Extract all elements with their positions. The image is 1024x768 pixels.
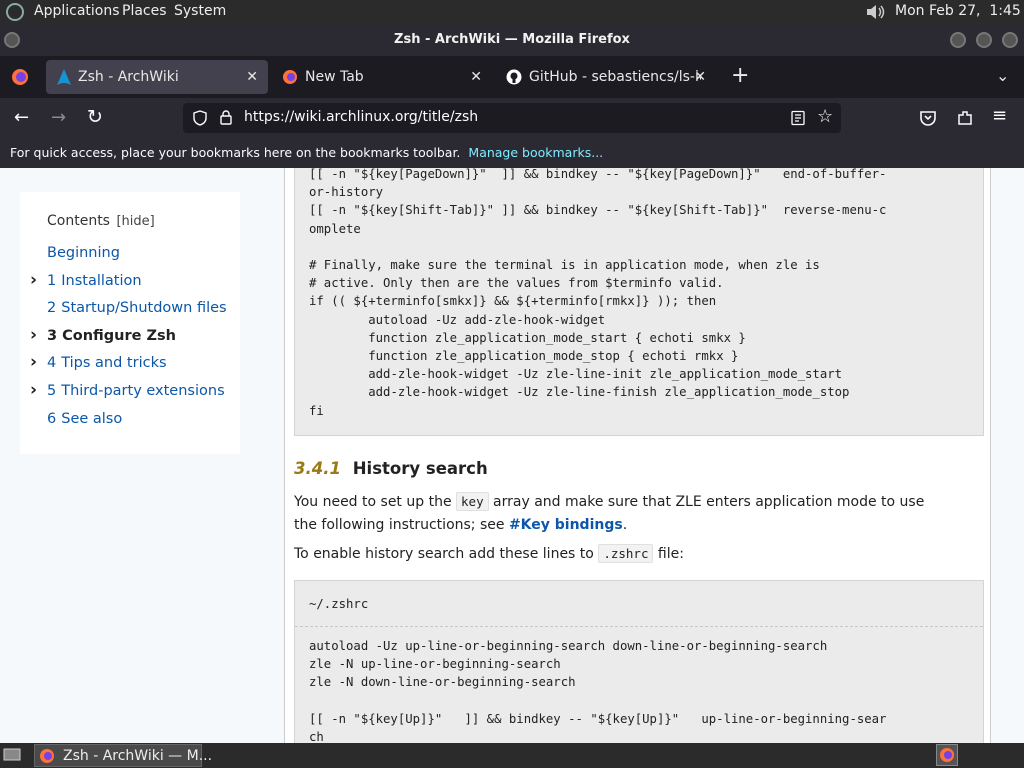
toc-number: 2 <box>47 300 57 316</box>
bookmarks-toolbar: For quick access, place your bookmarks h… <box>0 138 1024 168</box>
toc-number: 6 <box>47 411 57 427</box>
tab-bar: Zsh - ArchWiki ✕ New Tab ✕ GitHub - seba… <box>0 56 1024 98</box>
toc-hide-link[interactable]: [hide] <box>116 214 154 229</box>
expand-chevron-icon[interactable]: › <box>30 352 37 372</box>
paragraph-enable-history: To enable history search add these lines… <box>294 542 934 566</box>
toc-label: Tips and tricks <box>61 355 167 371</box>
close-tab-icon[interactable]: ✕ <box>470 69 482 85</box>
menu-applications[interactable]: Applications <box>34 3 120 19</box>
toc-item[interactable]: › 3 Configure Zsh <box>30 325 176 345</box>
code-filename-header: ~/.zshrc <box>295 581 983 627</box>
paragraph-text: You need to set up the <box>294 494 457 510</box>
inline-code-zshrc: .zshrc <box>598 544 654 563</box>
toc-item[interactable]: 2 Startup/Shutdown files <box>47 300 227 316</box>
paragraph-setup-key: You need to set up the key array and mak… <box>294 490 934 537</box>
toc-label: Beginning <box>47 245 120 261</box>
window-menu-icon[interactable] <box>4 32 20 48</box>
forward-button[interactable]: → <box>51 107 66 128</box>
taskbar-task-firefox[interactable]: Zsh - ArchWiki — M... <box>34 744 212 767</box>
firefox-view-icon[interactable] <box>11 68 29 86</box>
expand-chevron-icon[interactable]: › <box>30 325 37 345</box>
code-text: autoload -Uz up-line-or-beginning-search… <box>309 639 887 743</box>
tab-label: GitHub - sebastiencs/ls-icon <box>529 69 701 85</box>
pocket-icon[interactable] <box>919 109 937 127</box>
toc-item[interactable]: Beginning <box>47 245 120 261</box>
section-heading: 3.4.1 History search <box>294 459 488 478</box>
task-label: Zsh - ArchWiki — M... <box>63 747 213 764</box>
paragraph-text: To enable history search add these lines… <box>294 546 599 562</box>
toc-number: 1 <box>47 273 57 289</box>
tab-label: Zsh - ArchWiki <box>78 69 179 85</box>
reload-button[interactable]: ↻ <box>87 106 103 128</box>
toc-label: See also <box>61 411 123 427</box>
url-text[interactable]: https://wiki.archlinux.org/title/zsh <box>244 109 478 125</box>
paragraph-text: . <box>622 517 628 533</box>
toc-header: Contents [hide] <box>47 213 155 229</box>
manage-bookmarks-link[interactable]: Manage bookmarks... <box>468 145 603 160</box>
bottom-taskbar: Zsh - ArchWiki — M... <box>0 743 1024 768</box>
toc-label: Installation <box>61 273 142 289</box>
toc-label: Startup/Shutdown files <box>61 300 227 316</box>
firefox-icon <box>282 69 298 85</box>
system-top-panel: Applications Places System Mon Feb 27, 1… <box>0 0 1024 24</box>
menu-hamburger-icon[interactable]: ≡ <box>992 105 1007 126</box>
list-all-tabs-icon[interactable]: ⌄ <box>996 66 1009 85</box>
close-window-button[interactable] <box>1002 32 1018 48</box>
expand-chevron-icon[interactable]: › <box>30 270 37 290</box>
code-block-zshrc: ~/.zshrc autoload -Uz up-line-or-beginni… <box>294 580 984 743</box>
archlinux-icon <box>56 69 72 85</box>
close-tab-icon[interactable]: ✕ <box>694 69 706 85</box>
toc-number: 5 <box>47 383 57 399</box>
page-content: Contents [hide] Beginning › 1 Installation 2… <box>0 168 1024 743</box>
back-button[interactable]: ← <box>14 107 29 128</box>
table-of-contents: Contents [hide] Beginning › 1 Installation 2… <box>20 192 240 454</box>
clock[interactable]: Mon Feb 27, 1:45 AM <box>895 3 1024 19</box>
inline-code-key: key <box>456 492 489 511</box>
menu-system[interactable]: System <box>174 3 226 19</box>
key-bindings-link[interactable]: #Key bindings <box>509 517 623 533</box>
volume-icon[interactable] <box>864 2 886 22</box>
toc-number: 4 <box>47 355 57 371</box>
code-block-keybindings: [[ -n "${key[PageDown]}" ]] && bindkey -… <box>294 168 984 436</box>
tab-label: New Tab <box>305 69 364 85</box>
window-title: Zsh - ArchWiki — Mozilla Firefox <box>394 32 630 47</box>
maximize-button[interactable] <box>976 32 992 48</box>
lock-icon[interactable] <box>219 109 233 125</box>
section-number: 3.4.1 <box>294 459 341 478</box>
minimize-button[interactable] <box>950 32 966 48</box>
toc-item[interactable]: › 4 Tips and tricks <box>30 352 167 372</box>
toc-number: 3 <box>47 328 58 344</box>
extensions-icon[interactable] <box>956 109 974 127</box>
close-tab-icon[interactable]: ✕ <box>246 69 258 85</box>
bookmark-star-icon[interactable]: ☆ <box>817 106 833 127</box>
toc-item[interactable]: › 5 Third-party extensions <box>30 380 225 400</box>
tracking-protection-shield-icon[interactable] <box>192 110 208 126</box>
code-text: [[ -n "${key[PageDown]}" ]] && bindkey -… <box>309 168 887 418</box>
section-title: History search <box>352 459 488 478</box>
code-filename: ~/.zshrc <box>309 597 369 611</box>
new-tab-button[interactable]: + <box>731 63 749 88</box>
tab-new-tab[interactable]: New Tab ✕ <box>272 56 492 98</box>
toc-item[interactable]: › 1 Installation <box>30 270 142 290</box>
bookmarks-hint: For quick access, place your bookmarks h… <box>10 145 461 160</box>
tab-github[interactable]: GitHub - sebastiencs/ls-icon ✕ <box>496 56 718 98</box>
firefox-icon <box>39 748 55 764</box>
toc-label: Third-party extensions <box>61 383 225 399</box>
distro-logo-icon[interactable] <box>6 3 24 21</box>
toc-title: Contents <box>47 213 110 229</box>
github-icon <box>506 69 522 85</box>
workspace-switcher[interactable] <box>936 744 958 766</box>
reader-view-icon[interactable] <box>790 110 806 126</box>
tab-zsh-archwiki[interactable]: Zsh - ArchWiki ✕ <box>46 60 268 94</box>
menu-places[interactable]: Places <box>122 3 167 19</box>
toc-item[interactable]: 6 See also <box>47 411 122 427</box>
window-titlebar[interactable]: Zsh - ArchWiki — Mozilla Firefox <box>0 24 1024 56</box>
expand-chevron-icon[interactable]: › <box>30 380 37 400</box>
article-body: [[ -n "${key[PageDown]}" ]] && bindkey -… <box>284 168 991 743</box>
url-bar[interactable]: https://wiki.archlinux.org/title/zsh ☆ <box>183 103 841 133</box>
paragraph-text: file: <box>653 546 684 562</box>
show-desktop-icon[interactable] <box>3 747 21 763</box>
toc-label: Configure Zsh <box>62 328 176 344</box>
